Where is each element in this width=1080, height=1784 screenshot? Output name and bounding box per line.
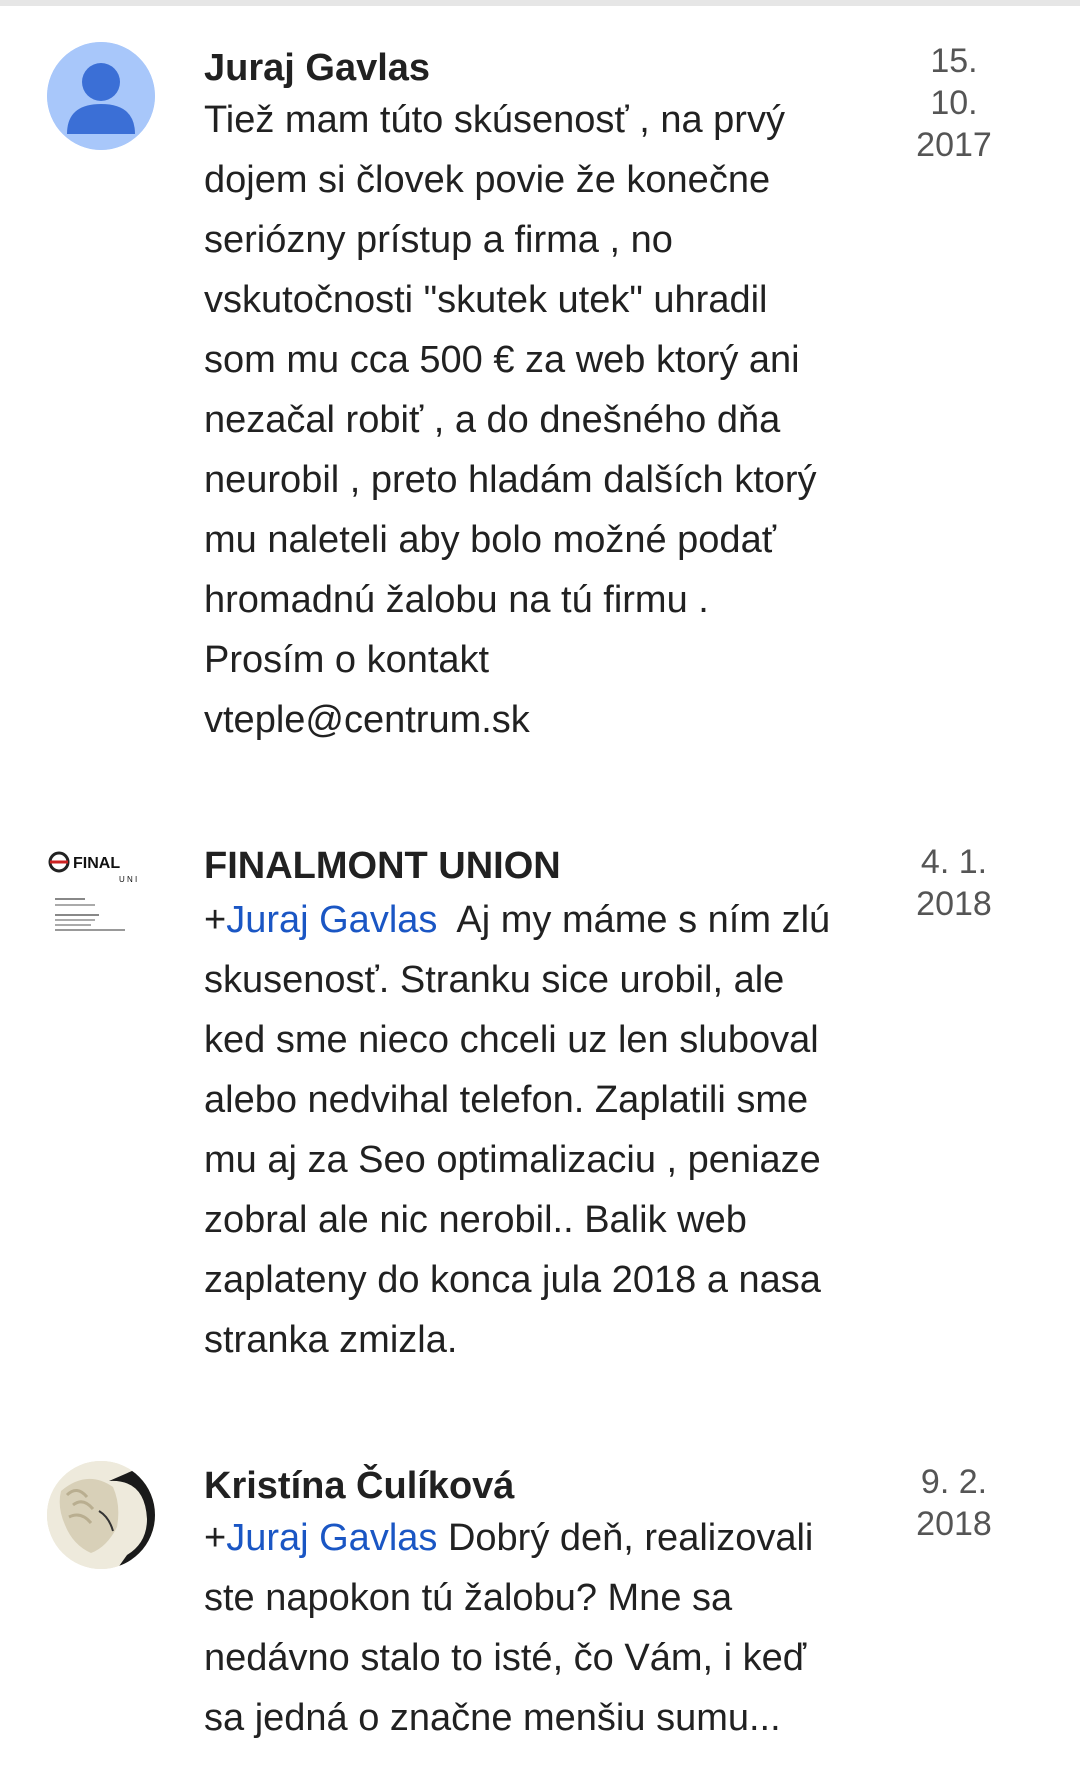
comment-text-line: zobral ale nic nerobil.. Balik web [204, 1199, 747, 1241]
comment-text-rest: Aj my máme s ním zlú [437, 899, 831, 941]
svg-text:U N I: U N I [119, 875, 137, 884]
comment-text: +Juraj Gavlas Dobrý deň, realizovali ste… [204, 1508, 904, 1748]
comment-text-line: dojem si človek povie že konečne [204, 159, 771, 201]
default-user-icon[interactable] [47, 42, 155, 150]
comment-text-line: sa jedná o značne menšiu sumu... [204, 1697, 781, 1739]
top-divider [0, 0, 1080, 6]
comment-text-line: ste napokon tú žalobu? Mne sa [204, 1577, 733, 1619]
comment-text-line: Prosím o kontakt [204, 639, 490, 681]
comment-text-line: hromadnú žalobu na tú firmu . [204, 579, 709, 621]
comment-text-rest: Dobrý deň, realizovali [437, 1517, 814, 1559]
comment-text-line: ked sme nieco chceli uz len sluboval [204, 1019, 819, 1061]
date-part: 2018 [916, 885, 992, 923]
comment-text-line: seriózny prístup a firma , no [204, 219, 673, 261]
finalmont-logo[interactable]: FINAL U N I [47, 840, 155, 948]
comment-text-line: +Juraj Gavlas Dobrý deň, realizovali [204, 1508, 904, 1568]
comment-date: 15. 10. 2017 [884, 40, 1024, 166]
comment-text-line: zaplateny do konca jula 2018 a nasa [204, 1259, 821, 1301]
comment-text-line: stranka zmizla. [204, 1319, 458, 1361]
svg-text:FINAL: FINAL [73, 855, 120, 872]
comment-text-line: vskutočnosti "skutek utek" uhradil [204, 279, 768, 321]
mention-link[interactable]: Juraj Gavlas [226, 1517, 437, 1559]
comment-date: 4. 1. 2018 [884, 841, 1024, 925]
comment-text-line: +Juraj Gavlas Aj my máme s ním zlú [204, 890, 904, 950]
comment-text: +Juraj Gavlas Aj my máme s ním zlú skuse… [204, 890, 904, 1370]
comment-text: Tiež mam túto skúsenosť , na prvý dojem … [204, 90, 904, 750]
date-part: 15. [930, 42, 978, 80]
comment-text-line: skusenosť. Stranku sice urobil, ale [204, 959, 785, 1001]
comment-text-line: mu aj za Seo optimalizaciu , peniaze [204, 1139, 821, 1181]
comment-text-line: neurobil , preto hladám dalších ktorý [204, 459, 817, 501]
comment-text-line: alebo nedvihal telefon. Zaplatili sme [204, 1079, 809, 1121]
comment-text-line: som mu cca 500 € za web ktorý ani [204, 339, 800, 381]
mention-prefix: + [204, 899, 227, 941]
comment-author[interactable]: Juraj Gavlas [204, 44, 430, 92]
comment-text-line: vteple@centrum.sk [204, 699, 530, 741]
comment-text-line: nedávno stalo to isté, čo Vám, i keď [204, 1637, 807, 1679]
date-part: 4. 1. [920, 843, 988, 881]
date-part: 2018 [916, 1505, 992, 1543]
comment-text-line: nezačal robiť , a do dnešného dňa [204, 399, 781, 441]
mention-prefix: + [204, 1517, 227, 1559]
comment-author[interactable]: Kristína Čulíková [204, 1462, 514, 1510]
date-part: 10. [930, 84, 978, 122]
comment-author[interactable]: FINALMONT UNION [204, 842, 561, 890]
comment-text-line: Tiež mam túto skúsenosť , na prvý [204, 99, 785, 141]
comment-date: 9. 2. 2018 [884, 1461, 1024, 1545]
comment-text-line: mu naleteli aby bolo možné podať [204, 519, 776, 561]
date-part: 2017 [916, 126, 992, 164]
mention-link[interactable]: Juraj Gavlas [226, 899, 437, 941]
date-part: 9. 2. [920, 1463, 988, 1501]
profile-photo[interactable] [47, 1461, 155, 1569]
